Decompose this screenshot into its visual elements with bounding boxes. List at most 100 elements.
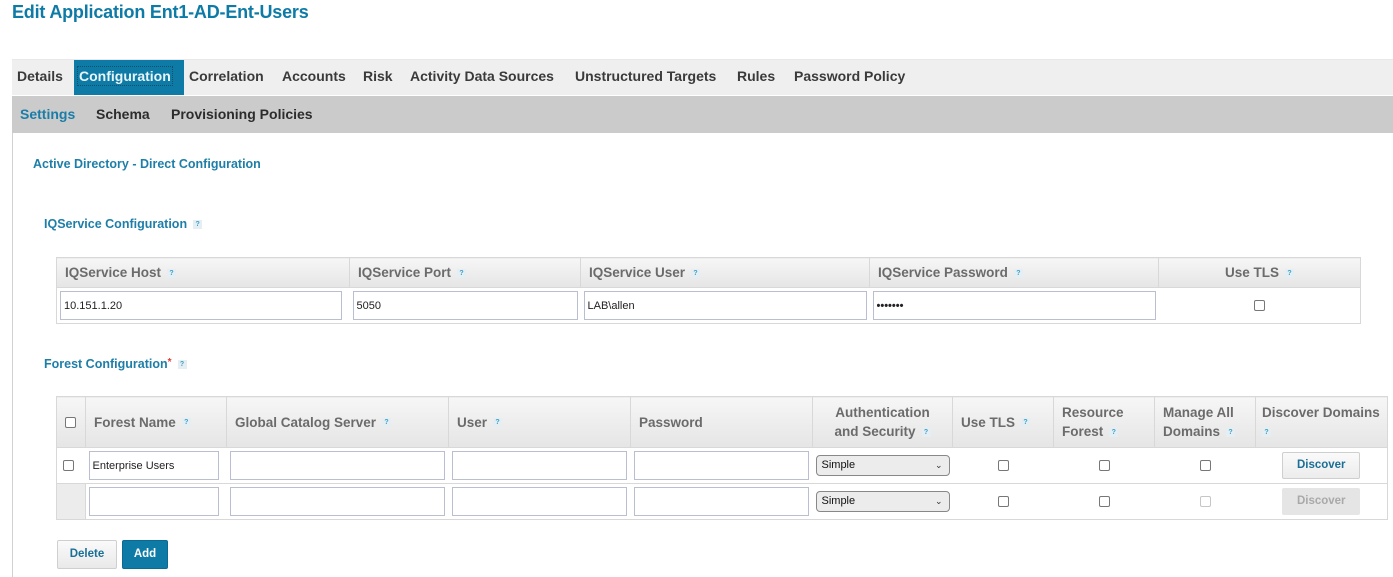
- header-label: Resource: [1062, 405, 1124, 420]
- tab-rules[interactable]: Rules: [732, 60, 784, 95]
- tab-label: Unstructured Targets: [575, 68, 717, 84]
- help-icon[interactable]: ?: [1226, 427, 1236, 437]
- auth-security-select[interactable]: Simple ⌄: [815, 491, 950, 512]
- help-icon[interactable]: ?: [1285, 268, 1294, 278]
- tab-details[interactable]: Details: [12, 60, 74, 95]
- help-icon[interactable]: ?: [457, 268, 467, 278]
- iqservice-title-text: IQService Configuration: [44, 217, 188, 231]
- iqservice-row: [56, 287, 1361, 324]
- header-label: IQService Host: [65, 265, 162, 280]
- col-select-all: [56, 396, 86, 448]
- auth-security-select[interactable]: Simple ⌄: [815, 455, 950, 476]
- header-label: Use TLS: [1224, 265, 1279, 280]
- page-title: Edit Application Ent1-AD-Ent-Users: [12, 2, 309, 22]
- tab-label: Risk: [363, 68, 393, 84]
- iqservice-use-tls-checkbox[interactable]: [1253, 300, 1265, 312]
- select-value: Simple: [821, 459, 856, 471]
- col-discover-domains: Discover Domains?: [1255, 396, 1388, 448]
- forest-user-input[interactable]: [451, 451, 627, 480]
- tab-risk[interactable]: Risk: [358, 60, 406, 95]
- col-user: User?: [448, 396, 631, 448]
- tab-correlation[interactable]: Correlation: [184, 60, 284, 95]
- help-icon[interactable]: ?: [1109, 427, 1119, 437]
- tab-unstructured-targets[interactable]: Unstructured Targets: [570, 60, 730, 95]
- resource-forest-checkbox[interactable]: [1098, 496, 1110, 508]
- header-label: IQService Password: [878, 265, 1008, 280]
- help-icon[interactable]: ?: [193, 220, 203, 230]
- col-iqservice-password: IQService Password?: [869, 257, 1159, 288]
- forest-password-input[interactable]: [633, 451, 809, 480]
- col-authentication-security: Authentication and Security?: [812, 396, 953, 448]
- iqservice-table: IQService Host? IQService Port? IQServic…: [56, 257, 1361, 324]
- subtab-settings[interactable]: Settings: [20, 96, 75, 133]
- help-icon[interactable]: ?: [177, 360, 187, 370]
- header-label: User: [457, 414, 488, 430]
- delete-button[interactable]: Delete: [57, 540, 117, 569]
- col-iqservice-user: IQService User?: [580, 257, 870, 288]
- header-label: Authentication: [835, 405, 930, 420]
- iqservice-user-input[interactable]: [583, 291, 867, 320]
- header-label: Global Catalog Server: [235, 414, 377, 430]
- use-tls-checkbox[interactable]: [997, 496, 1009, 508]
- content-border: [12, 133, 13, 577]
- help-icon[interactable]: ?: [382, 418, 392, 428]
- manage-all-domains-checkbox[interactable]: [1199, 460, 1211, 472]
- col-manage-all-domains: Manage All Domains?: [1154, 396, 1256, 448]
- tab-configuration[interactable]: Configuration: [74, 60, 184, 95]
- help-icon[interactable]: ?: [181, 418, 191, 428]
- header-label: IQService User: [589, 265, 686, 280]
- col-iqservice-port: IQService Port?: [349, 257, 581, 288]
- col-forest-name: Forest Name?: [85, 396, 227, 448]
- forest-name-input[interactable]: [88, 451, 219, 480]
- row-select-checkbox[interactable]: [63, 460, 74, 472]
- tab-label: Configuration: [77, 66, 173, 86]
- forest-name-input[interactable]: [89, 487, 219, 516]
- help-icon[interactable]: ?: [1262, 427, 1271, 437]
- tab-label: Accounts: [282, 68, 346, 84]
- header-label: Password: [639, 414, 703, 430]
- resource-forest-checkbox[interactable]: [1098, 460, 1110, 472]
- forest-user-input[interactable]: [451, 487, 627, 516]
- tab-label: Details: [17, 68, 63, 84]
- tab-activity-data-sources[interactable]: Activity Data Sources: [405, 60, 570, 95]
- col-use-tls: Use TLS?: [952, 396, 1054, 448]
- header-label: and Security: [834, 424, 916, 439]
- iqservice-port-input[interactable]: [352, 291, 578, 320]
- add-button[interactable]: Add: [122, 540, 168, 569]
- header-label: Use TLS: [961, 414, 1016, 430]
- subtab-provisioning-policies[interactable]: Provisioning Policies: [171, 96, 313, 133]
- chevron-down-icon: ⌄: [934, 496, 943, 506]
- forest-table: Forest Name? Global Catalog Server? User…: [56, 396, 1388, 520]
- header-label: Manage All: [1163, 405, 1234, 420]
- gc-server-input[interactable]: [229, 451, 445, 480]
- help-icon[interactable]: ?: [493, 418, 503, 428]
- header-label: Forest Name: [94, 414, 176, 430]
- tab-accounts[interactable]: Accounts: [277, 60, 357, 95]
- help-icon[interactable]: ?: [1013, 268, 1023, 278]
- header-label: Domains: [1163, 424, 1221, 439]
- col-use-tls: Use TLS?: [1158, 257, 1361, 288]
- row-handle: [56, 483, 86, 520]
- header-label: Forest: [1062, 424, 1104, 439]
- help-icon[interactable]: ?: [921, 427, 931, 437]
- main-tab-bar: Details Configuration Correlation Accoun…: [12, 59, 1393, 95]
- iqservice-host-input[interactable]: [60, 291, 342, 320]
- tab-password-policy[interactable]: Password Policy: [789, 60, 919, 95]
- tab-label: Correlation: [189, 68, 264, 84]
- select-all-checkbox[interactable]: [65, 417, 76, 429]
- help-icon[interactable]: ?: [1021, 418, 1031, 428]
- help-icon[interactable]: ?: [691, 268, 701, 278]
- help-icon[interactable]: ?: [167, 268, 177, 278]
- forest-section-title: Forest Configuration*?: [44, 357, 187, 371]
- discover-button: Discover: [1282, 488, 1361, 515]
- col-iqservice-host: IQService Host?: [56, 257, 350, 288]
- discover-button[interactable]: Discover: [1282, 452, 1361, 479]
- gc-server-input[interactable]: [229, 487, 445, 516]
- header-label: Discover Domains: [1262, 405, 1380, 420]
- iqservice-password-input[interactable]: [872, 291, 1156, 320]
- select-value: Simple: [821, 495, 856, 507]
- subtab-schema[interactable]: Schema: [96, 96, 150, 133]
- forest-password-input[interactable]: [633, 487, 809, 516]
- iqservice-section-title: IQService Configuration?: [44, 217, 203, 231]
- use-tls-checkbox[interactable]: [997, 460, 1009, 472]
